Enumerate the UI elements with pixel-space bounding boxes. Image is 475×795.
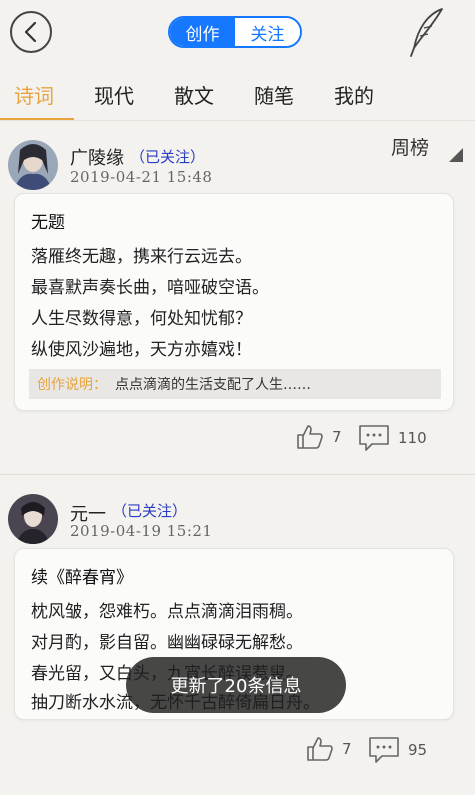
tab-mine[interactable]: 我的: [334, 80, 374, 109]
segment-create[interactable]: 创作: [170, 18, 235, 46]
poem-line: 最喜默声奏长曲，喑哑破空语。: [31, 278, 269, 298]
creation-note: 创作说明： 点点滴滴的生活支配了人生……: [29, 369, 441, 399]
back-button[interactable]: [10, 11, 52, 53]
post-time: 2019-04-19 15:21: [70, 522, 213, 540]
comment-count: 95: [408, 741, 428, 759]
post-time: 2019-04-21 15:48: [70, 168, 213, 186]
creation-note-text: 点点滴滴的生活支配了人生……: [115, 377, 311, 393]
category-tabs: 诗词 现代 散文 随笔 我的: [0, 72, 475, 121]
poem-line: 人生尽数得意，何处知忧郁？: [31, 309, 252, 329]
segment-control: 创作 关注: [168, 16, 302, 48]
active-tab-indicator: [0, 118, 74, 120]
corner-triangle-icon: [449, 148, 463, 162]
tab-poetry[interactable]: 诗词: [14, 80, 54, 109]
rank-selector[interactable]: 周榜: [381, 128, 463, 162]
follow-status: （已关注）: [112, 502, 188, 520]
avatar[interactable]: [8, 494, 58, 544]
avatar[interactable]: [8, 140, 58, 190]
comment-button[interactable]: 95: [368, 736, 427, 764]
username[interactable]: 广陵缘: [70, 144, 124, 170]
comment-bubble-icon: [359, 425, 389, 451]
like-count: 7: [332, 428, 342, 446]
chevron-left-icon: [24, 21, 37, 43]
post-divider: [0, 474, 475, 475]
comment-bubble-icon: [369, 737, 399, 763]
segment-follow[interactable]: 关注: [235, 18, 300, 46]
like-count: 7: [342, 740, 352, 758]
follow-status: （已关注）: [130, 148, 206, 166]
tab-prose[interactable]: 散文: [174, 80, 214, 109]
poem-title: 续《醉春宵》: [31, 568, 133, 588]
top-bar: 创作 关注: [0, 0, 475, 68]
poem-line: 纵使风沙遍地，天方亦嬉戏！: [31, 340, 252, 360]
poem-card[interactable]: 无题 落雁终无趣，携来行云远去。 最喜默声奏长曲，喑哑破空语。 人生尽数得意，何…: [14, 193, 454, 411]
thumbs-up-icon: [297, 425, 323, 449]
comment-count: 110: [398, 429, 427, 447]
rank-label: 周榜: [391, 137, 430, 159]
comment-button[interactable]: 110: [358, 424, 427, 452]
toast-message: 更新了20条信息: [126, 657, 346, 713]
tab-modern[interactable]: 现代: [94, 80, 134, 109]
poem-line: 落雁终无趣，携来行云远去。: [31, 247, 252, 267]
poem-line: 对月酌，影自留。幽幽碌碌无解愁。: [31, 633, 303, 653]
poem-title: 无题: [31, 213, 65, 233]
quill-pen-icon[interactable]: [406, 6, 446, 58]
creation-note-label: 创作说明：: [37, 377, 107, 393]
thumbs-up-icon: [307, 737, 333, 761]
like-button[interactable]: 7: [306, 736, 352, 762]
poem-line: 枕风皱，怨难朽。点点滴滴泪雨稠。: [31, 602, 303, 622]
tab-essay[interactable]: 随笔: [254, 80, 294, 109]
like-button[interactable]: 7: [296, 424, 342, 450]
